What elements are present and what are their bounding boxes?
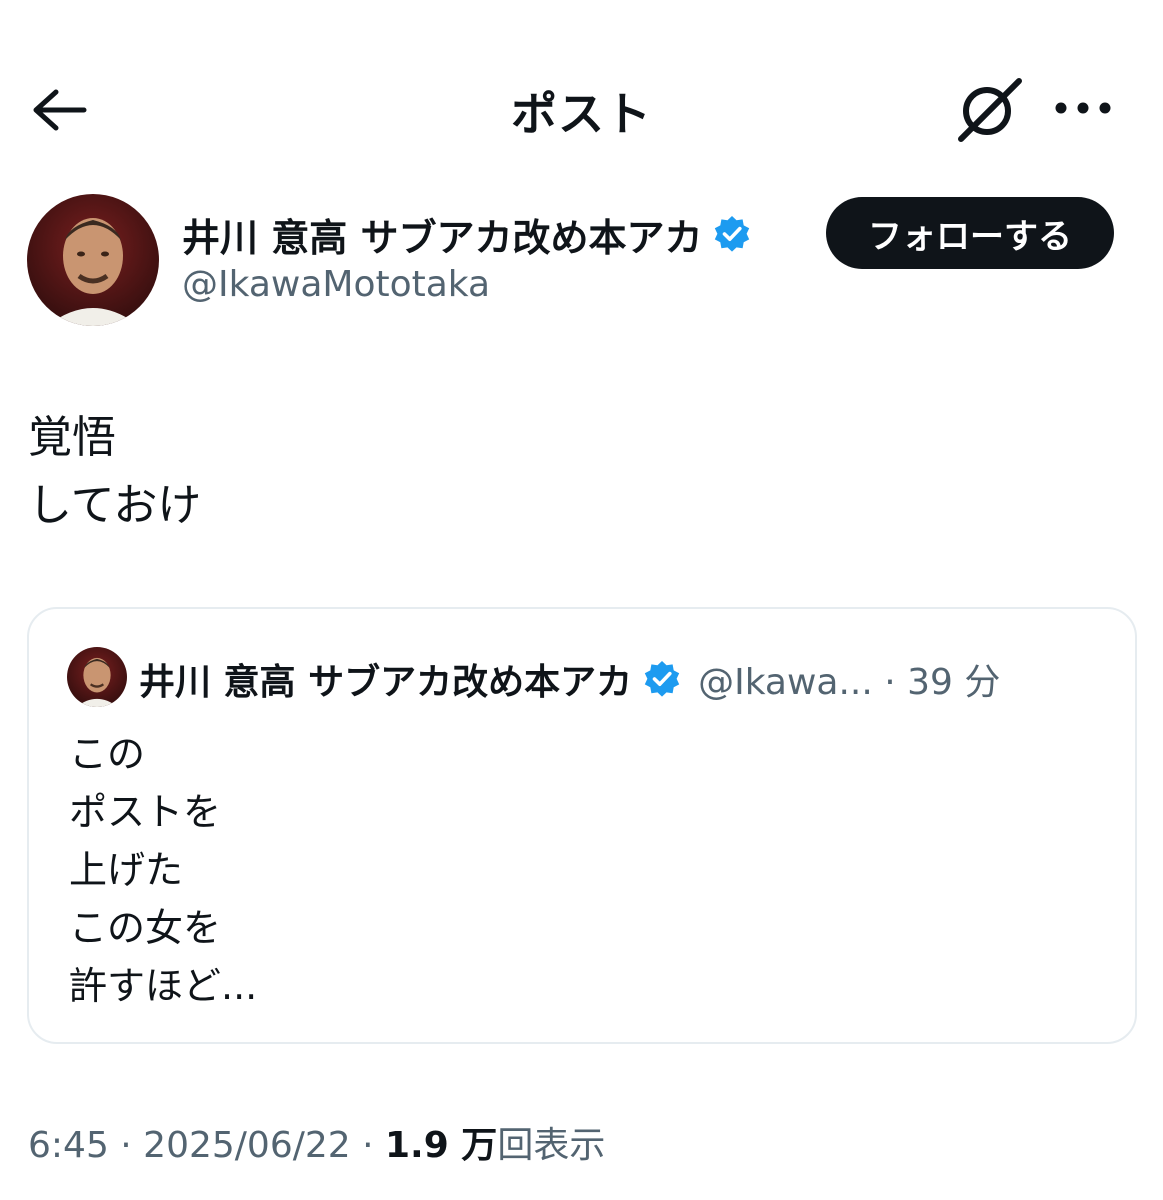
more-options-button[interactable]: [1048, 80, 1118, 136]
post-timestamp[interactable]: 6:45 · 2025/06/22 ·: [28, 1125, 385, 1166]
post-detail-screen: ポスト 井川 意高 サブアカ改め本アカ @IkawaMototaka フォローす…: [0, 0, 1163, 1200]
author-handle[interactable]: @IkawaMototaka: [182, 264, 490, 305]
quoted-post-card[interactable]: 井川 意高 サブアカ改め本アカ @Ikawa... · 39 分 この ポストを…: [27, 607, 1137, 1044]
grok-button[interactable]: [950, 72, 1026, 148]
quoted-author-avatar: [67, 647, 127, 707]
quoted-author-name: 井川 意高 サブアカ改め本アカ: [139, 662, 633, 703]
more-horizontal-icon: [1055, 102, 1111, 114]
quoted-post-text: この ポストを 上げた この女を 許すほど...: [69, 732, 258, 1008]
view-count: 1.9 万: [385, 1125, 498, 1166]
view-count-label: 回表示: [497, 1125, 606, 1166]
post-meta: 6:45 · 2025/06/22 · 1.9 万 回表示: [28, 1116, 605, 1168]
verified-badge-icon: [712, 214, 752, 254]
author-name: 井川 意高 サブアカ改め本アカ: [182, 215, 703, 260]
quoted-post-header: 井川 意高 サブアカ改め本アカ @Ikawa... · 39 分: [139, 649, 1000, 709]
verified-badge-icon: [642, 659, 682, 699]
author-name-row[interactable]: 井川 意高 サブアカ改め本アカ: [182, 206, 752, 262]
grok-icon: [958, 78, 1022, 142]
quoted-handle-time: @Ikawa... · 39 分: [698, 662, 1001, 703]
follow-button[interactable]: フォローする: [826, 197, 1114, 269]
post-text: 覚悟 しておけ: [28, 412, 202, 531]
author-avatar[interactable]: [27, 194, 159, 326]
